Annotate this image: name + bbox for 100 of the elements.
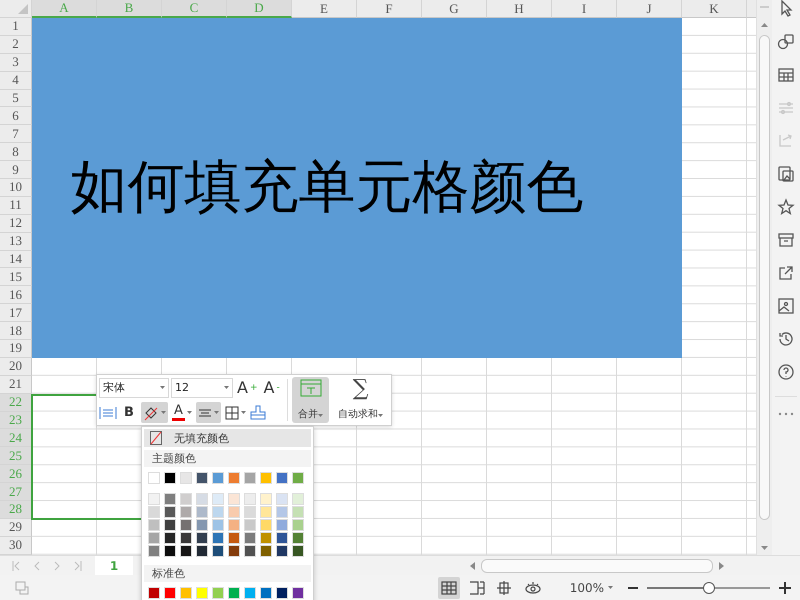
color-swatch[interactable] — [292, 587, 304, 599]
row-header[interactable]: 4 — [0, 72, 32, 90]
color-swatch[interactable] — [164, 587, 176, 599]
next-sheet-icon[interactable] — [54, 560, 60, 570]
color-swatch[interactable] — [276, 506, 288, 518]
column-header[interactable]: J — [617, 0, 682, 18]
color-swatch[interactable] — [228, 472, 240, 484]
previous-sheet-icon[interactable] — [34, 560, 40, 570]
row-header[interactable]: 1 — [0, 18, 32, 36]
color-swatch[interactable] — [276, 493, 288, 505]
decrease-font-button[interactable]: A$^{-}$ — [262, 377, 282, 398]
color-swatch[interactable] — [196, 587, 208, 599]
color-swatch[interactable] — [212, 545, 224, 557]
color-swatch[interactable] — [180, 519, 192, 531]
font-color-button[interactable]: A — [170, 402, 194, 423]
font-name-dropdown[interactable]: 宋体 — [99, 378, 169, 398]
color-swatch[interactable] — [244, 506, 256, 518]
color-swatch[interactable] — [212, 506, 224, 518]
more-icon[interactable] — [778, 412, 794, 416]
align-button[interactable] — [196, 402, 221, 423]
autosum-button[interactable]: ∑ 自动求和 — [332, 377, 390, 423]
column-header[interactable]: F — [357, 0, 422, 18]
row-header[interactable]: 3 — [0, 54, 32, 72]
color-swatch[interactable] — [292, 506, 304, 518]
color-swatch[interactable] — [260, 493, 272, 505]
color-swatch[interactable] — [260, 472, 272, 484]
fill-color-button[interactable] — [141, 402, 168, 423]
row-header[interactable]: 20 — [0, 358, 32, 376]
color-swatch[interactable] — [180, 472, 192, 484]
color-swatch[interactable] — [260, 587, 272, 599]
color-swatch[interactable] — [244, 472, 256, 484]
column-header[interactable]: H — [487, 0, 552, 18]
color-swatch[interactable] — [276, 587, 288, 599]
color-swatch[interactable] — [164, 532, 176, 544]
scroll-up-icon[interactable] — [760, 22, 770, 27]
horizontal-scrollbar-thumb[interactable] — [481, 558, 713, 572]
zoom-slider-thumb[interactable] — [702, 582, 714, 594]
color-swatch[interactable] — [276, 472, 288, 484]
row-header[interactable]: 30 — [0, 536, 32, 555]
row-header[interactable]: 13 — [0, 232, 32, 251]
color-swatch[interactable] — [164, 519, 176, 531]
color-swatch[interactable] — [292, 493, 304, 505]
column-header[interactable]: G — [422, 0, 487, 18]
color-swatch[interactable] — [244, 532, 256, 544]
column-header[interactable]: E — [292, 0, 357, 18]
row-header[interactable]: 2 — [0, 36, 32, 54]
row-header[interactable]: 18 — [0, 322, 32, 340]
color-swatch[interactable] — [164, 472, 176, 484]
row-header[interactable]: 10 — [0, 179, 32, 197]
color-swatch[interactable] — [260, 532, 272, 544]
color-swatch[interactable] — [244, 587, 256, 599]
first-sheet-icon[interactable] — [12, 560, 20, 570]
color-swatch[interactable] — [164, 506, 176, 518]
column-header[interactable]: I — [552, 0, 617, 18]
color-swatch[interactable] — [260, 545, 272, 557]
increase-font-button[interactable]: A$^{+}$ — [235, 377, 260, 398]
font-size-dropdown[interactable]: 12 — [171, 378, 233, 398]
color-swatch[interactable] — [276, 532, 288, 544]
sheet-tab[interactable]: 1 — [95, 556, 133, 575]
view-button[interactable] — [438, 576, 460, 598]
color-swatch[interactable] — [292, 532, 304, 544]
color-swatch[interactable] — [180, 587, 192, 599]
last-sheet-icon[interactable] — [74, 560, 82, 570]
scrollbar-thumb[interactable] — [759, 35, 770, 520]
row-header[interactable]: 19 — [0, 340, 32, 358]
color-swatch[interactable] — [196, 472, 208, 484]
color-swatch[interactable] — [212, 519, 224, 531]
row-header[interactable]: 29 — [0, 518, 32, 537]
color-swatch[interactable] — [260, 519, 272, 531]
gallery-icon[interactable] — [777, 165, 796, 183]
row-header[interactable]: 15 — [0, 268, 32, 286]
color-swatch[interactable] — [180, 506, 192, 518]
shapes-icon[interactable] — [777, 33, 796, 51]
history-icon[interactable] — [777, 330, 796, 348]
split-handle-icon[interactable] — [760, 5, 770, 9]
color-swatch[interactable] — [228, 532, 240, 544]
color-swatch[interactable] — [148, 587, 160, 599]
row-header[interactable]: 7 — [0, 125, 32, 144]
color-swatch[interactable] — [228, 506, 240, 518]
wrap-text-icon[interactable] — [99, 406, 117, 420]
column-header[interactable]: K — [682, 0, 747, 18]
share-icon[interactable] — [777, 264, 796, 282]
vertical-scrollbar[interactable] — [756, 0, 772, 555]
scroll-left-icon[interactable] — [470, 562, 475, 570]
color-swatch[interactable] — [212, 532, 224, 544]
color-swatch[interactable] — [196, 493, 208, 505]
row-header[interactable]: 21 — [0, 376, 32, 394]
color-swatch[interactable] — [212, 587, 224, 599]
archive-icon[interactable] — [777, 231, 796, 249]
color-swatch[interactable] — [148, 532, 160, 544]
color-swatch[interactable] — [260, 506, 272, 518]
no-fill-option[interactable]: 无填充颜色 — [144, 429, 311, 447]
color-swatch[interactable] — [148, 519, 160, 531]
table-icon[interactable] — [777, 66, 796, 84]
color-swatch[interactable] — [292, 545, 304, 557]
format-painter-icon[interactable] — [250, 404, 266, 420]
color-swatch[interactable] — [228, 545, 240, 557]
color-swatch[interactable] — [164, 545, 176, 557]
color-swatch[interactable] — [276, 519, 288, 531]
row-header[interactable]: 11 — [0, 196, 32, 215]
